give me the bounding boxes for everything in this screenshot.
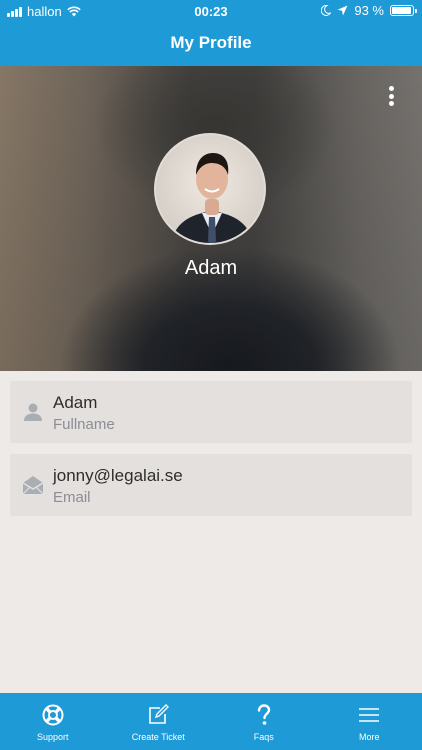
page-title: My Profile [170, 33, 252, 52]
status-bar: hallon 00:23 93 % [0, 0, 422, 22]
edit-icon [149, 704, 170, 724]
profile-hero: Adam [0, 66, 422, 371]
tab-more[interactable]: More [317, 693, 422, 750]
menu-icon [359, 708, 380, 722]
lifebuoy-icon [42, 704, 64, 726]
location-arrow-icon [337, 5, 348, 16]
tab-faqs[interactable]: Faqs [211, 693, 317, 750]
top-bar: hallon 00:23 93 % My Profile [0, 0, 422, 66]
avatar[interactable] [154, 133, 266, 245]
fullname-label: Fullname [53, 416, 115, 433]
moon-icon [321, 5, 332, 16]
battery-percent: 93 % [354, 3, 384, 18]
battery-icon [390, 5, 417, 16]
email-field[interactable]: jonny@legalai.se Email [10, 454, 412, 516]
fullname-field[interactable]: Adam Fullname [10, 381, 412, 443]
tab-more-label: More [358, 732, 380, 742]
profile-name: Adam [184, 257, 238, 279]
fullname-value: Adam [53, 393, 98, 412]
tab-create-ticket-label: Create Ticket [131, 732, 185, 742]
tab-create-ticket[interactable]: Create Ticket [106, 693, 212, 750]
tab-bar: Support Create Ticket Faqs More [0, 693, 422, 750]
email-value: jonny@legalai.se [53, 466, 183, 485]
person-icon [24, 403, 42, 421]
tab-support[interactable]: Support [0, 693, 106, 750]
email-label: Email [53, 489, 91, 506]
tab-support-label: Support [36, 732, 69, 742]
tab-faqs-label: Faqs [253, 732, 274, 742]
more-options-icon[interactable] [380, 84, 402, 108]
envelope-icon [22, 476, 44, 495]
question-icon [257, 704, 270, 725]
